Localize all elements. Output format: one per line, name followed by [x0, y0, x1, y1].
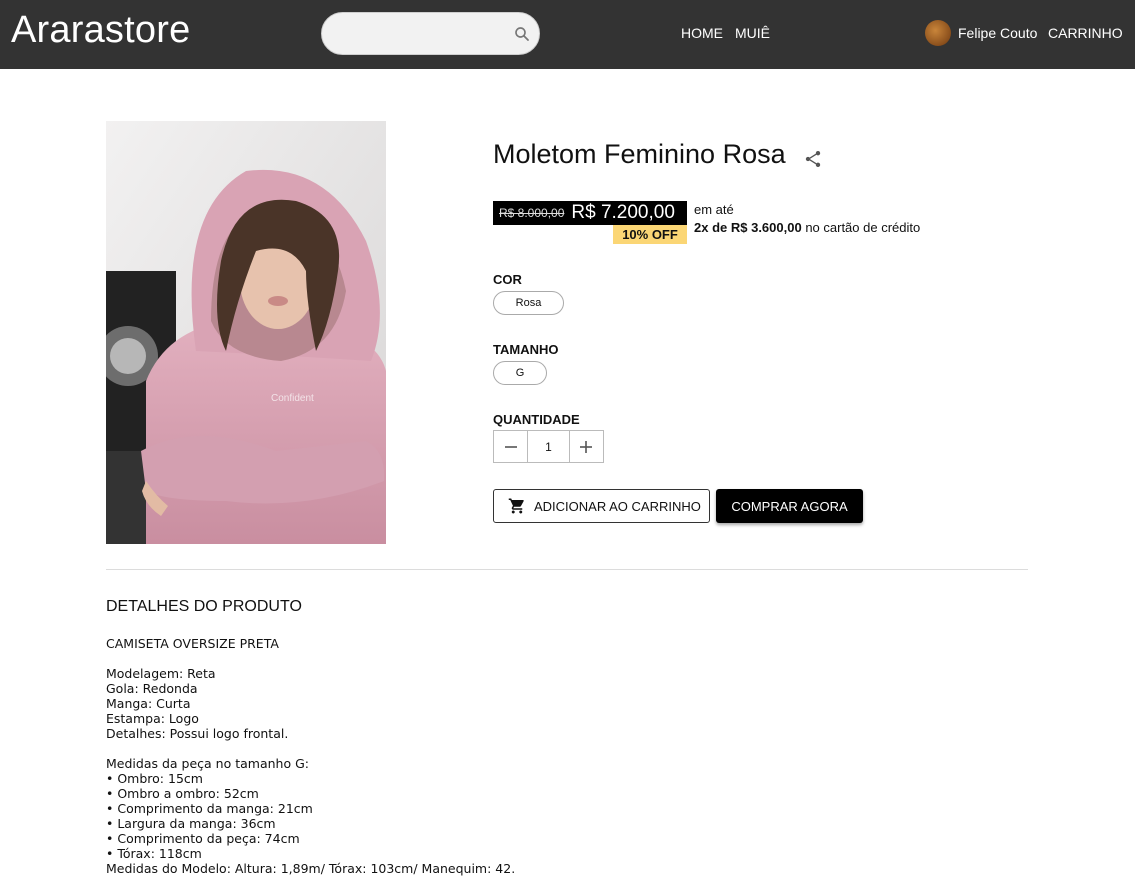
- share-icon[interactable]: [803, 149, 823, 169]
- add-to-cart-button[interactable]: ADICIONAR AO CARRINHO: [493, 489, 710, 523]
- old-price: R$ 8.000,00: [499, 206, 565, 220]
- discount-badge: 10% OFF: [613, 225, 687, 244]
- installment-info: 2x de R$ 3.600,00 no cartão de crédito: [694, 220, 920, 235]
- installment-amount: 2x de R$ 3.600,00: [694, 220, 802, 235]
- installment-suffix: no cartão de crédito: [801, 220, 921, 235]
- search-box[interactable]: [321, 12, 540, 55]
- section-divider: [106, 569, 1028, 570]
- product-photo: Confident: [106, 121, 386, 544]
- quantity-label: QUANTIDADE: [493, 412, 580, 427]
- size-label: TAMANHO: [493, 342, 559, 357]
- details-title: DETALHES DO PRODUTO: [106, 598, 302, 615]
- user-name[interactable]: Felipe Couto: [958, 25, 1037, 41]
- size-option-g[interactable]: G: [493, 361, 547, 385]
- site-logo[interactable]: Ararastore: [11, 9, 190, 52]
- plus-icon[interactable]: [569, 431, 603, 462]
- top-navbar: Ararastore HOME MUIÊ Felipe Couto CARRIN…: [0, 0, 1135, 69]
- search-icon[interactable]: [513, 25, 531, 43]
- color-label: COR: [493, 272, 522, 287]
- search-input[interactable]: [336, 21, 510, 49]
- nav-cart[interactable]: CARRINHO: [1048, 25, 1123, 41]
- product-title: Moletom Feminino Rosa: [493, 139, 786, 169]
- quantity-value[interactable]: 1: [527, 431, 570, 462]
- details-body: CAMISETA OVERSIZE PRETA Modelagem: Reta …: [106, 636, 516, 876]
- installment-label: em até: [694, 202, 734, 217]
- avatar[interactable]: [925, 20, 951, 46]
- hoodie-print-text: Confident: [271, 393, 314, 404]
- quantity-stepper: 1: [493, 430, 604, 463]
- product-image: Confident: [106, 121, 386, 544]
- cart-icon: [508, 498, 524, 514]
- price-box: R$ 8.000,00 R$ 7.200,00: [493, 201, 687, 225]
- nav-home[interactable]: HOME: [681, 25, 723, 41]
- add-to-cart-label: ADICIONAR AO CARRINHO: [534, 498, 701, 514]
- color-option-rosa[interactable]: Rosa: [493, 291, 564, 315]
- current-price: R$ 7.200,00: [571, 202, 675, 223]
- nav-muie[interactable]: MUIÊ: [735, 25, 770, 41]
- minus-icon[interactable]: [494, 431, 528, 462]
- buy-now-button[interactable]: COMPRAR AGORA: [716, 489, 863, 523]
